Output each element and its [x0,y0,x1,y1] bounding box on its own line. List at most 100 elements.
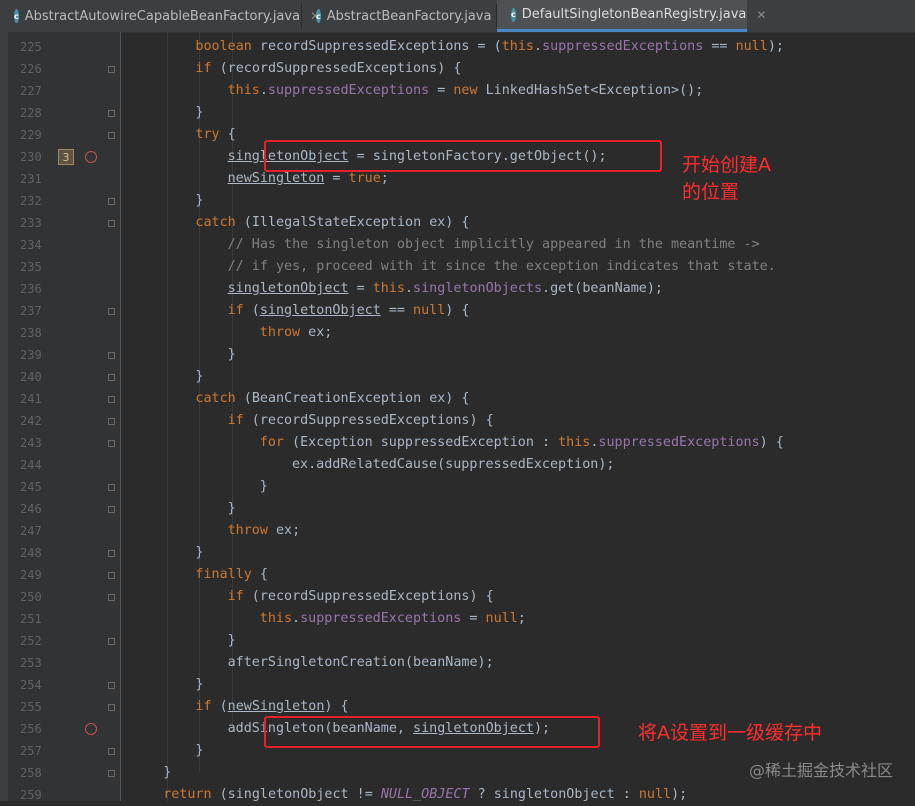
code-line[interactable]: } [195,190,203,212]
breakpoint-icon[interactable] [85,151,97,163]
code-token: this [372,281,405,296]
fold-marker-icon[interactable] [108,418,115,425]
code-token: ) { [445,303,470,318]
code-line[interactable]: boolean recordSuppressedExceptions = (th… [195,36,784,58]
code-line[interactable]: for (Exception suppressedException : thi… [260,432,784,454]
line-number: 242 [20,414,42,428]
code-line[interactable]: if (recordSuppressedExceptions) { [195,58,461,80]
code-line[interactable]: if (recordSuppressedExceptions) { [228,586,494,608]
code-line[interactable]: singletonObject = this.singletonObjects.… [228,278,663,300]
annotation-create-a-line2: 的位置 [682,181,740,203]
code-line[interactable]: throw ex; [228,520,301,542]
code-line[interactable]: try { [195,124,235,146]
code-line[interactable]: } [163,762,171,784]
code-line[interactable]: return (singletonObject != NULL_OBJECT ?… [163,784,687,801]
code-line[interactable]: this.suppressedExceptions = null; [260,608,526,630]
code-line[interactable]: } [228,498,236,520]
code-line[interactable]: } [195,366,203,388]
code-token: } [227,633,236,648]
code-line[interactable]: } [195,740,203,762]
close-icon[interactable]: ✕ [756,8,766,22]
code-token: newSingleton [227,699,325,714]
fold-marker-icon[interactable] [108,198,115,205]
tab-abstract-autowire-capable-bean-factory[interactable]: c AbstractAutowireCapableBeanFactory.java… [0,0,320,32]
line-number: 236 [20,282,42,296]
line-number: 233 [20,216,42,230]
code-line[interactable]: this.suppressedExceptions = new LinkedHa… [228,80,704,102]
code-line[interactable]: // Has the singleton object implicitly a… [228,234,760,256]
code-token: ? singletonObject : [469,787,639,801]
code-token: ; [517,611,526,626]
fold-marker-icon[interactable] [108,352,115,359]
fold-marker-icon[interactable] [108,396,115,403]
code-token: = [324,171,349,186]
fold-marker-icon[interactable] [108,572,115,579]
code-token: } [195,193,204,208]
code-token: boolean [195,39,260,54]
fold-marker-icon[interactable] [108,220,115,227]
fold-marker-icon[interactable] [108,594,115,601]
fold-marker-icon[interactable] [108,638,115,645]
fold-marker-icon[interactable] [108,682,115,689]
line-number: 249 [20,568,42,582]
code-token: if [195,699,220,714]
code-line[interactable]: } [228,630,236,652]
line-number: 230 [20,150,42,164]
code-token: throw [227,523,276,538]
code-line[interactable]: ex.addRelatedCause(suppressedException); [292,454,614,476]
code-line[interactable]: afterSingletonCreation(beanName); [228,652,494,674]
line-number: 256 [20,722,42,736]
code-line[interactable]: if (recordSuppressedExceptions) { [228,410,494,432]
code-token: = [429,83,454,98]
code-token: . [534,39,543,54]
code-line[interactable]: throw ex; [260,322,333,344]
code-line[interactable]: // if yes, proceed with it since the exc… [228,256,776,278]
code-line[interactable]: } [228,344,236,366]
line-number: 251 [20,612,42,626]
highlight-box-add-singleton [264,716,600,748]
code-line[interactable]: catch (IllegalStateException ex) { [195,212,469,234]
code-token: try [195,127,228,142]
line-number: 250 [20,590,42,604]
fold-marker-icon[interactable] [108,110,115,117]
fold-marker-icon[interactable] [108,374,115,381]
code-line[interactable]: if (newSingleton) { [195,696,348,718]
code-token: this [558,435,591,450]
code-token: true [348,171,381,186]
code-line[interactable]: } [195,542,203,564]
fold-marker-icon[interactable] [108,440,115,447]
code-line[interactable]: if (singletonObject == null) { [228,300,470,322]
code-line[interactable]: } [195,674,203,696]
tab-label: DefaultSingletonBeanRegistry.java [521,7,747,22]
code-line[interactable]: } [260,476,268,498]
fold-marker-icon[interactable] [108,66,115,73]
fold-marker-icon[interactable] [108,748,115,755]
fold-marker-icon[interactable] [108,770,115,777]
code-token: } [195,545,204,560]
code-token: } [259,479,268,494]
code-line[interactable]: catch (BeanCreationException ex) { [195,388,469,410]
line-number: 245 [20,480,42,494]
fold-marker-icon[interactable] [108,550,115,557]
fold-marker-icon[interactable] [108,704,115,711]
code-token: { [259,567,268,582]
line-number: 225 [20,40,42,54]
breakpoint-icon[interactable] [85,723,97,735]
fold-marker-icon[interactable] [108,484,115,491]
fold-marker-icon[interactable] [108,132,115,139]
code-token: // Has the singleton object implicitly a… [227,237,760,252]
code-line[interactable]: } [195,102,203,124]
fold-marker-icon[interactable] [108,308,115,315]
line-number: 248 [20,546,42,560]
code-token: if [227,589,252,604]
code-token: .get(beanName); [542,281,663,296]
code-token: } [227,347,236,362]
code-token: ); [671,787,688,801]
tab-default-singleton-bean-registry[interactable]: c DefaultSingletonBeanRegistry.java ✕ [497,0,766,32]
code-token: for [259,435,293,450]
tab-abstract-bean-factory[interactable]: cAbstractBeanFactory.java✕ [302,0,512,32]
fold-marker-icon[interactable] [108,506,115,513]
code-token: NULL_OBJECT [380,787,470,801]
code-line[interactable]: finally { [195,564,268,586]
watermark: @稀土掘金技术社区 [748,761,893,780]
